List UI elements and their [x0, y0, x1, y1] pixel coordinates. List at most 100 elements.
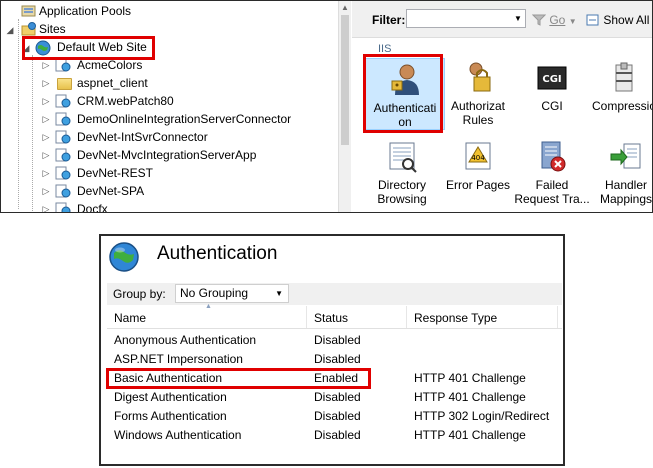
- column-separator[interactable]: [306, 306, 307, 328]
- tree-item-devnet-spa[interactable]: ▷ DevNet-SPA: [1, 182, 331, 200]
- authentication-icon: [387, 63, 423, 97]
- feature-label: CGI: [541, 99, 563, 113]
- go-button[interactable]: Go ▼: [531, 13, 577, 27]
- table-row[interactable]: ASP.NET Impersonation Disabled: [107, 350, 562, 369]
- column-header-status[interactable]: Status: [314, 311, 348, 325]
- authorization-rules-icon: [460, 61, 496, 95]
- tree-item-label: DemoOnlineIntegrationServerConnector: [77, 112, 292, 126]
- collapsed-arrow-icon[interactable]: ▷: [41, 164, 51, 182]
- show-all-button[interactable]: Show All: [586, 13, 649, 27]
- web-app-icon: [55, 202, 71, 212]
- collapsed-arrow-icon[interactable]: ▷: [41, 74, 51, 92]
- feature-compression[interactable]: Compressio: [584, 61, 653, 113]
- tree-item-crm-webpatch80[interactable]: ▷ CRM.webPatch80: [1, 92, 331, 110]
- table-row[interactable]: Digest Authentication Disabled HTTP 401 …: [107, 388, 562, 407]
- auth-status: Disabled: [314, 428, 361, 442]
- iis-manager-top-panel: Application Pools ◢ Sites ◢ Default Web …: [0, 0, 653, 213]
- tree-item-label: Default Web Site: [57, 40, 147, 54]
- auth-status: Disabled: [314, 333, 361, 347]
- tree-item-docfx[interactable]: ▷ Docfx: [1, 200, 331, 212]
- feature-group-iis: IIS: [378, 43, 392, 55]
- tree-item-label: aspnet_client: [77, 76, 148, 90]
- auth-status: Disabled: [314, 409, 361, 423]
- tree-item-devnet-rest[interactable]: ▷ DevNet-REST: [1, 164, 331, 182]
- tree-item-aspnet-client[interactable]: ▷ aspnet_client: [1, 74, 331, 92]
- filter-input[interactable]: [406, 9, 526, 28]
- tree-scrollbar[interactable]: ▲: [338, 1, 351, 212]
- tree-item-application-pools[interactable]: Application Pools: [1, 2, 331, 20]
- feature-label: Request Tra...: [514, 192, 590, 206]
- tree-item-sites[interactable]: ◢ Sites: [1, 20, 331, 38]
- feature-failed-request-tracing[interactable]: Failed Request Tra...: [512, 140, 592, 206]
- collapsed-arrow-icon[interactable]: ▷: [41, 146, 51, 164]
- web-app-icon: [55, 184, 71, 198]
- web-app-icon: [55, 148, 71, 162]
- feature-cgi[interactable]: CGI CGI: [512, 61, 592, 113]
- tree-item-label: Docfx: [77, 202, 108, 212]
- column-separator[interactable]: [557, 306, 558, 328]
- auth-response-type: HTTP 401 Challenge: [414, 371, 526, 385]
- collapsed-arrow-icon[interactable]: ▷: [41, 200, 51, 212]
- tree-item-devnet-intsvrconnector[interactable]: ▷ DevNet-IntSvrConnector: [1, 128, 331, 146]
- collapsed-arrow-icon[interactable]: ▷: [41, 182, 51, 200]
- collapsed-arrow-icon[interactable]: ▷: [41, 128, 51, 146]
- tree-item-acmecolors[interactable]: ▷ AcmeColors: [1, 56, 331, 74]
- tree-item-label: DevNet-MvcIntegrationServerApp: [77, 148, 257, 162]
- authentication-panel: Authentication Group by: No Grouping ▼ N…: [99, 234, 565, 466]
- group-by-bar: Group by: No Grouping ▼: [107, 283, 562, 305]
- feature-authorization-rules[interactable]: Authorizat Rules: [438, 61, 518, 127]
- column-header-name[interactable]: Name: [114, 311, 146, 325]
- chevron-down-icon: ▼: [568, 17, 577, 26]
- feature-authentication[interactable]: Authenticati on: [365, 58, 445, 130]
- feature-label: Browsing: [377, 192, 427, 206]
- feature-handler-mappings[interactable]: Handler Mappings: [586, 140, 653, 206]
- tree-item-default-web-site[interactable]: ◢ Default Web Site: [1, 38, 331, 56]
- sites-folder-icon: [21, 22, 37, 36]
- globe-icon: [35, 40, 51, 56]
- svg-text:CGI: CGI: [542, 74, 561, 85]
- collapsed-arrow-icon[interactable]: ▷: [41, 110, 51, 128]
- feature-label: Mappings: [599, 192, 653, 206]
- filter-bar: Filter: ▼ Go ▼ Show All: [352, 1, 652, 38]
- filter-label: Filter:: [372, 13, 406, 27]
- scrollbar-thumb[interactable]: [341, 15, 349, 145]
- feature-error-pages[interactable]: 404 Error Pages: [438, 140, 518, 192]
- table-row[interactable]: Forms Authentication Disabled HTTP 302 L…: [107, 407, 562, 426]
- error-pages-icon: 404: [460, 140, 496, 174]
- auth-response-type: HTTP 401 Challenge: [414, 390, 526, 404]
- page-title: Authentication: [157, 243, 278, 264]
- auth-response-type: HTTP 302 Login/Redirect: [414, 409, 550, 423]
- collapsed-arrow-icon[interactable]: ▷: [41, 92, 51, 110]
- auth-name: Basic Authentication: [114, 371, 223, 385]
- collapsed-arrow-icon[interactable]: ▷: [41, 56, 51, 74]
- tree-item-label: Application Pools: [39, 4, 132, 18]
- tree-item-demo-online-integration[interactable]: ▷ DemoOnlineIntegrationServerConnector: [1, 110, 331, 128]
- app-pools-icon: [21, 4, 37, 18]
- expand-arrow-icon[interactable]: ◢: [21, 39, 31, 57]
- connections-tree: Application Pools ◢ Sites ◢ Default Web …: [1, 1, 338, 212]
- table-row[interactable]: Basic Authentication Enabled HTTP 401 Ch…: [107, 369, 562, 388]
- table-row[interactable]: Windows Authentication Disabled HTTP 401…: [107, 426, 562, 445]
- features-view: Filter: ▼ Go ▼ Show All IIS Authenticati…: [352, 1, 653, 212]
- column-header-response-type[interactable]: Response Type: [414, 311, 497, 325]
- tree-item-label: Sites: [39, 22, 66, 36]
- group-by-label: Group by:: [113, 287, 166, 301]
- group-by-select[interactable]: No Grouping ▼: [175, 284, 289, 303]
- auth-name: Forms Authentication: [114, 409, 227, 423]
- feature-label: Compressio: [591, 99, 653, 113]
- expand-arrow-icon[interactable]: ◢: [5, 21, 15, 39]
- show-all-label: Show All: [603, 13, 650, 27]
- tree-item-label: DevNet-REST: [77, 166, 154, 180]
- feature-directory-browsing[interactable]: Directory Browsing: [362, 140, 442, 206]
- auth-name: Windows Authentication: [114, 428, 242, 442]
- auth-status: Disabled: [314, 390, 361, 404]
- filter-dropdown-icon[interactable]: ▼: [514, 14, 522, 23]
- go-label: Go: [549, 13, 566, 27]
- chevron-down-icon: ▼: [275, 289, 283, 298]
- column-separator[interactable]: [406, 306, 407, 328]
- auth-name: ASP.NET Impersonation: [114, 352, 243, 366]
- tree-item-devnet-mvc[interactable]: ▷ DevNet-MvcIntegrationServerApp: [1, 146, 331, 164]
- scroll-up-icon[interactable]: ▲: [341, 3, 349, 12]
- failed-request-tracing-icon: [534, 140, 570, 174]
- table-row[interactable]: Anonymous Authentication Disabled: [107, 331, 562, 350]
